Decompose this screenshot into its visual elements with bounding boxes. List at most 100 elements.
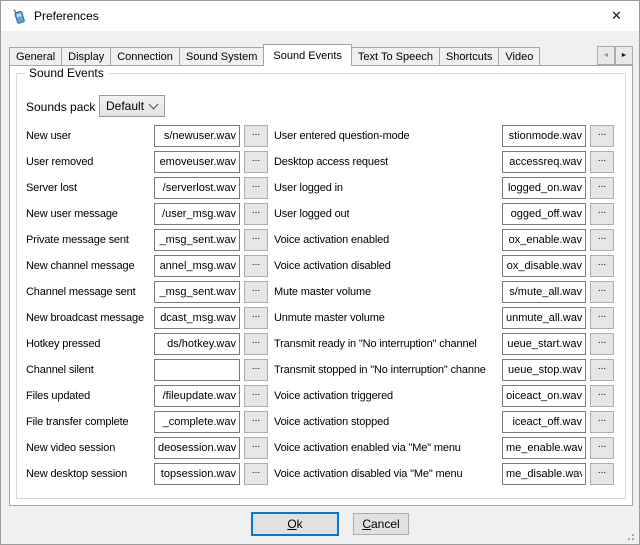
browse-button[interactable]: ... [590,359,614,381]
sound-event-label: Voice activation stopped [274,411,389,433]
sound-event-label: Files updated [26,385,90,407]
browse-button[interactable]: ... [244,463,268,485]
browse-button[interactable]: ... [590,125,614,147]
sound-event-row: Hotkey pressed... [26,333,266,359]
wav-file-input[interactable] [154,203,240,225]
wav-file-input[interactable] [502,177,586,199]
chevron-down-icon [149,100,159,110]
sound-event-row: User removed... [26,151,266,177]
browse-button[interactable]: ... [244,151,268,173]
wav-file-input[interactable] [502,151,586,173]
tab-scroll-left-icon[interactable]: ◄ [597,46,615,65]
sound-event-label: Voice activation disabled [274,255,391,277]
sound-event-row: New broadcast message... [26,307,266,333]
browse-button[interactable]: ... [590,177,614,199]
wav-file-input[interactable] [154,229,240,251]
wav-file-input[interactable] [502,437,586,459]
wav-file-input[interactable] [502,307,586,329]
browse-button[interactable]: ... [590,281,614,303]
browse-button[interactable]: ... [244,411,268,433]
event-column-left: New user...User removed...Server lost...… [26,125,266,489]
sounds-pack-select[interactable]: Default [99,95,165,117]
browse-button[interactable]: ... [244,437,268,459]
sound-event-label: Voice activation enabled [274,229,389,251]
tab-text-to-speech[interactable]: Text To Speech [351,47,440,66]
wav-file-input[interactable] [502,463,586,485]
browse-button[interactable]: ... [244,255,268,277]
browse-button[interactable]: ... [590,151,614,173]
browse-button[interactable]: ... [590,463,614,485]
wav-file-input[interactable] [502,229,586,251]
tab-display[interactable]: Display [61,47,111,66]
wav-file-input[interactable] [154,437,240,459]
browse-button[interactable]: ... [244,229,268,251]
tab-connection[interactable]: Connection [110,47,180,66]
wav-file-input[interactable] [154,333,240,355]
sounds-pack-label: Sounds pack [26,96,95,118]
sound-event-label: New video session [26,437,115,459]
wav-file-input[interactable] [154,307,240,329]
wav-file-input[interactable] [154,281,240,303]
browse-button[interactable]: ... [590,203,614,225]
wav-file-input[interactable] [154,359,240,381]
sound-event-label: File transfer complete [26,411,128,433]
sound-event-label: User entered question-mode [274,125,410,147]
wav-file-input[interactable] [502,359,586,381]
wav-file-input[interactable] [502,203,586,225]
ok-access-key: O [287,517,296,531]
cancel-button[interactable]: Cancel [353,513,409,535]
close-icon[interactable]: ✕ [594,1,639,30]
browse-button[interactable]: ... [244,281,268,303]
wav-file-input[interactable] [154,411,240,433]
sound-event-label: Private message sent [26,229,129,251]
browse-button[interactable]: ... [590,333,614,355]
wav-file-input[interactable] [154,151,240,173]
browse-button[interactable]: ... [244,177,268,199]
sound-event-row: Server lost... [26,177,266,203]
groupbox-title: Sound Events [25,66,108,80]
sound-event-label: User logged in [274,177,343,199]
wav-file-input[interactable] [154,463,240,485]
sound-event-label: Transmit ready in "No interruption" chan… [274,333,477,355]
browse-button[interactable]: ... [590,307,614,329]
wav-file-input[interactable] [154,255,240,277]
sound-event-row: User entered question-mode... [274,125,620,151]
wav-file-input[interactable] [154,125,240,147]
browse-button[interactable]: ... [590,385,614,407]
tab-shortcuts[interactable]: Shortcuts [439,47,499,66]
browse-button[interactable]: ... [244,333,268,355]
tab-sound-events[interactable]: Sound Events [263,44,352,66]
tab-bar: GeneralDisplayConnectionSound SystemSoun… [9,43,633,66]
browse-button[interactable]: ... [590,411,614,433]
resize-grip[interactable] [632,538,634,540]
wav-file-input[interactable] [502,333,586,355]
sound-event-row: Voice activation enabled... [274,229,620,255]
ok-label-rest: k [297,517,303,531]
browse-button[interactable]: ... [590,229,614,251]
wav-file-input[interactable] [502,255,586,277]
ok-button[interactable]: Ok [251,512,339,536]
wav-file-input[interactable] [502,281,586,303]
wav-file-input[interactable] [154,385,240,407]
browse-button[interactable]: ... [590,437,614,459]
browse-button[interactable]: ... [590,255,614,277]
sound-event-label: New broadcast message [26,307,144,329]
tab-sound-system[interactable]: Sound System [179,47,265,66]
browse-button[interactable]: ... [244,385,268,407]
wav-file-input[interactable] [502,411,586,433]
sound-event-label: Mute master volume [274,281,371,303]
browse-button[interactable]: ... [244,359,268,381]
sound-event-row: New desktop session... [26,463,266,489]
browse-button[interactable]: ... [244,203,268,225]
browse-button[interactable]: ... [244,307,268,329]
tab-general[interactable]: General [9,47,62,66]
sound-event-row: Mute master volume... [274,281,620,307]
wav-file-input[interactable] [154,177,240,199]
wav-file-input[interactable] [502,125,586,147]
tab-video[interactable]: Video [498,47,540,66]
tab-scroll-right-icon[interactable]: ► [615,46,633,65]
preferences-dialog: Preferences ✕ GeneralDisplayConnectionSo… [0,0,640,545]
wav-file-input[interactable] [502,385,586,407]
sound-event-label: New desktop session [26,463,127,485]
browse-button[interactable]: ... [244,125,268,147]
